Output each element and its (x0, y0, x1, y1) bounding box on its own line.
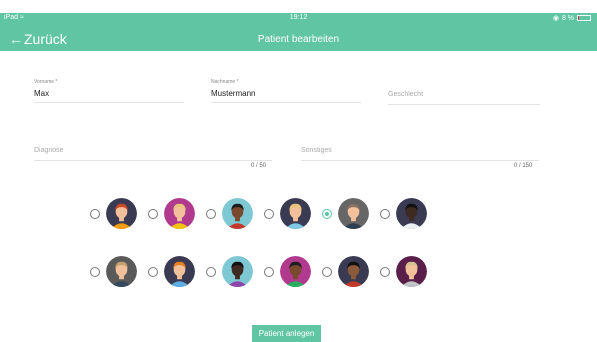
avatar-option[interactable] (148, 256, 195, 287)
avatar-icon[interactable] (280, 256, 311, 287)
nachname-underline (211, 102, 361, 103)
geschlecht-field[interactable]: Geschlecht (388, 91, 540, 105)
avatar-radio[interactable] (322, 266, 332, 277)
battery-indicator: ◉ 8 % (553, 14, 591, 22)
avatar-option[interactable] (264, 256, 311, 287)
avatar-option[interactable] (264, 198, 311, 229)
vorname-underline (34, 102, 184, 103)
vorname-label: Vorname * (34, 79, 58, 85)
avatar-icon[interactable] (164, 198, 195, 229)
nachname-value[interactable]: Mustermann (211, 89, 361, 99)
avatar-icon[interactable] (222, 198, 253, 229)
avatar-row-2 (90, 256, 438, 287)
diagnose-underline (34, 160, 272, 161)
avatar-radio[interactable] (322, 208, 332, 219)
avatar-radio[interactable] (90, 266, 100, 277)
avatar-option[interactable] (206, 198, 253, 229)
avatar-icon[interactable] (338, 256, 369, 287)
avatar-icon[interactable] (222, 256, 253, 287)
location-icon: ◉ (552, 15, 559, 22)
avatar-icon[interactable] (106, 198, 137, 229)
avatar-radio[interactable] (380, 266, 390, 277)
diagnose-field[interactable]: Diagnose (34, 147, 272, 161)
diagnose-counter: 0 / 50 (251, 163, 267, 169)
avatar-radio[interactable] (90, 208, 100, 219)
avatar-radio[interactable] (148, 266, 158, 277)
sonstiges-counter: 0 / 150 (514, 163, 533, 169)
avatar-radio[interactable] (264, 266, 274, 277)
avatar-option[interactable] (322, 198, 369, 229)
avatar-option[interactable] (90, 198, 137, 229)
avatar-radio[interactable] (380, 208, 390, 219)
avatar-row-1 (90, 198, 438, 229)
avatar-icon[interactable] (106, 256, 137, 287)
vorname-field[interactable]: Vorname * Max (34, 79, 184, 103)
status-time: 19:12 (289, 14, 308, 21)
avatar-option[interactable] (148, 198, 195, 229)
avatar-option[interactable] (90, 256, 137, 287)
status-bar: iPad ≈ 19:12 ◉ 8 % (0, 13, 597, 24)
avatar-radio[interactable] (206, 266, 216, 277)
battery-icon (577, 15, 591, 21)
avatar-option[interactable] (322, 256, 369, 287)
geschlecht-underline (388, 104, 540, 105)
create-patient-button[interactable]: Patient anlegen (252, 325, 321, 342)
avatar-icon[interactable] (164, 256, 195, 287)
avatar-radio[interactable] (148, 208, 158, 219)
avatar-icon[interactable] (280, 198, 311, 229)
avatar-icon[interactable] (338, 198, 369, 229)
app-header: iPad ≈ 19:12 ◉ 8 % ← Zurück Patient bear… (0, 13, 597, 51)
sonstiges-placeholder[interactable]: Sonstiges (301, 147, 539, 157)
avatar-icon[interactable] (396, 198, 427, 229)
nachname-label: Nachname * (211, 79, 239, 85)
avatar-option[interactable] (206, 256, 253, 287)
nachname-field[interactable]: Nachname * Mustermann (211, 79, 361, 103)
battery-percent: 8 % (561, 14, 574, 22)
avatar-option[interactable] (380, 198, 427, 229)
avatar-radio[interactable] (264, 208, 274, 219)
avatar-icon[interactable] (396, 256, 427, 287)
page-title: Patient bearbeiten (257, 34, 340, 45)
diagnose-placeholder[interactable]: Diagnose (34, 147, 272, 157)
avatar-option[interactable] (380, 256, 427, 287)
avatar-radio[interactable] (206, 208, 216, 219)
sonstiges-field[interactable]: Sonstiges (301, 147, 539, 161)
geschlecht-placeholder[interactable]: Geschlecht (388, 91, 540, 101)
sonstiges-underline (301, 160, 539, 161)
vorname-value[interactable]: Max (34, 89, 184, 99)
